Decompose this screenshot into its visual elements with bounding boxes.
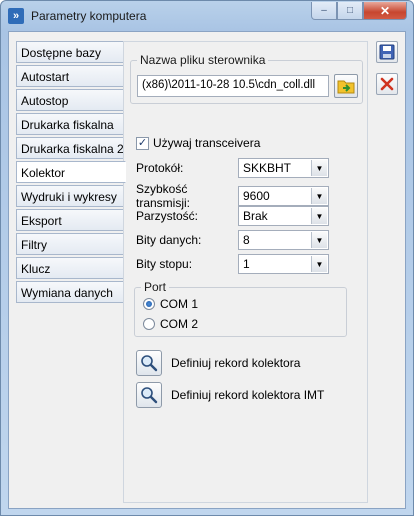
- data-bits-row: Bity danych: 8 ▼: [136, 230, 329, 250]
- dropdown-arrow-icon: ▼: [311, 256, 327, 272]
- driver-file-group: Nazwa pliku sterownika (x86)\2011-10-28 …: [130, 53, 363, 104]
- protocol-row: Protokół: SKKBHT ▼: [136, 158, 329, 178]
- dropdown-arrow-icon: ▼: [311, 208, 327, 224]
- transceiver-checkbox[interactable]: ✓: [136, 136, 149, 150]
- transceiver-label: Używaj transceivera: [153, 136, 261, 150]
- dropdown-arrow-icon: ▼: [311, 232, 327, 248]
- tab-kolektor[interactable]: Kolektor: [16, 161, 126, 183]
- minimize-button[interactable]: –: [311, 2, 337, 20]
- parity-select[interactable]: Brak ▼: [238, 206, 329, 226]
- folder-browse-icon: [337, 80, 355, 94]
- port-group: Port COM 1 COM 2: [134, 280, 347, 337]
- tab-dostepne-bazy[interactable]: Dostępne bazy: [16, 41, 124, 63]
- browse-file-button[interactable]: [334, 74, 358, 98]
- cancel-button[interactable]: [376, 73, 398, 95]
- com2-radio[interactable]: [143, 318, 155, 330]
- side-tab-list: Dostępne bazy Autostart Autostop Drukark…: [16, 41, 126, 305]
- transceiver-checkbox-row[interactable]: ✓ Używaj transceivera: [136, 136, 260, 150]
- port-group-label: Port: [141, 280, 170, 294]
- parity-label: Parzystość:: [136, 209, 199, 223]
- stop-bits-row: Bity stopu: 1 ▼: [136, 254, 329, 274]
- define-collector-record-button[interactable]: [136, 350, 162, 376]
- data-bits-select[interactable]: 8 ▼: [238, 230, 329, 250]
- stop-bits-select[interactable]: 1 ▼: [238, 254, 329, 274]
- stop-bits-value: 1: [243, 257, 250, 271]
- driver-file-field[interactable]: (x86)\2011-10-28 10.5\cdn_coll.dll: [137, 75, 329, 97]
- stop-bits-label: Bity stopu:: [136, 257, 193, 271]
- define-collector-record-label: Definiuj rekord kolektora: [171, 356, 301, 370]
- title-bar[interactable]: » Parametry komputera – □ ✕: [1, 1, 413, 31]
- parity-value: Brak: [243, 209, 268, 223]
- close-button[interactable]: ✕: [363, 2, 407, 20]
- protocol-select[interactable]: SKKBHT ▼: [238, 158, 329, 178]
- save-button[interactable]: [376, 41, 398, 63]
- dropdown-arrow-icon: ▼: [311, 160, 327, 176]
- window-title: Parametry komputera: [31, 9, 147, 23]
- tab-drukarka-fiskalna[interactable]: Drukarka fiskalna: [16, 113, 124, 135]
- maximize-button[interactable]: □: [337, 2, 363, 20]
- protocol-label: Protokół:: [136, 161, 184, 175]
- baud-rate-select[interactable]: 9600 ▼: [238, 186, 329, 206]
- define-collector-record-imt-button[interactable]: [136, 382, 162, 408]
- baud-rate-value: 9600: [243, 189, 270, 203]
- define-collector-record-imt-action: Definiuj rekord kolektora IMT: [136, 382, 324, 408]
- define-collector-record-imt-label: Definiuj rekord kolektora IMT: [171, 388, 325, 402]
- data-bits-label: Bity danych:: [136, 233, 202, 247]
- dropdown-arrow-icon: ▼: [311, 188, 327, 204]
- driver-group-label: Nazwa pliku sterownika: [137, 53, 269, 67]
- app-logo-icon: »: [8, 8, 24, 24]
- magnifier-icon: [141, 355, 158, 372]
- application-window: » Parametry komputera – □ ✕ Dostępne baz…: [0, 0, 414, 516]
- parity-row: Parzystość: Brak ▼: [136, 206, 329, 226]
- tab-autostart[interactable]: Autostart: [16, 65, 124, 87]
- tab-drukarka-fiskalna-2[interactable]: Drukarka fiskalna 2: [16, 137, 124, 159]
- tab-filtry[interactable]: Filtry: [16, 233, 124, 255]
- floppy-disk-icon: [379, 44, 395, 60]
- port-com1-option[interactable]: COM 1: [143, 297, 198, 311]
- tab-eksport[interactable]: Eksport: [16, 209, 124, 231]
- com1-label: COM 1: [160, 297, 199, 311]
- port-com2-option[interactable]: COM 2: [143, 317, 198, 331]
- tab-wymiana-danych[interactable]: Wymiana danych: [16, 281, 124, 303]
- magnifier-icon: [141, 387, 158, 404]
- com2-label: COM 2: [160, 317, 199, 331]
- red-x-icon: [380, 77, 394, 91]
- window-controls: – □ ✕: [311, 2, 407, 20]
- tab-klucz[interactable]: Klucz: [16, 257, 124, 279]
- com1-radio[interactable]: [143, 298, 155, 310]
- tab-autostop[interactable]: Autostop: [16, 89, 124, 111]
- data-bits-value: 8: [243, 233, 250, 247]
- protocol-value: SKKBHT: [243, 161, 292, 175]
- define-collector-record-action: Definiuj rekord kolektora: [136, 350, 300, 376]
- kolektor-panel: Nazwa pliku sterownika (x86)\2011-10-28 …: [123, 41, 368, 503]
- tab-wydruki-i-wykresy[interactable]: Wydruki i wykresy: [16, 185, 124, 207]
- dialog-client-area: Dostępne bazy Autostart Autostop Drukark…: [8, 31, 406, 509]
